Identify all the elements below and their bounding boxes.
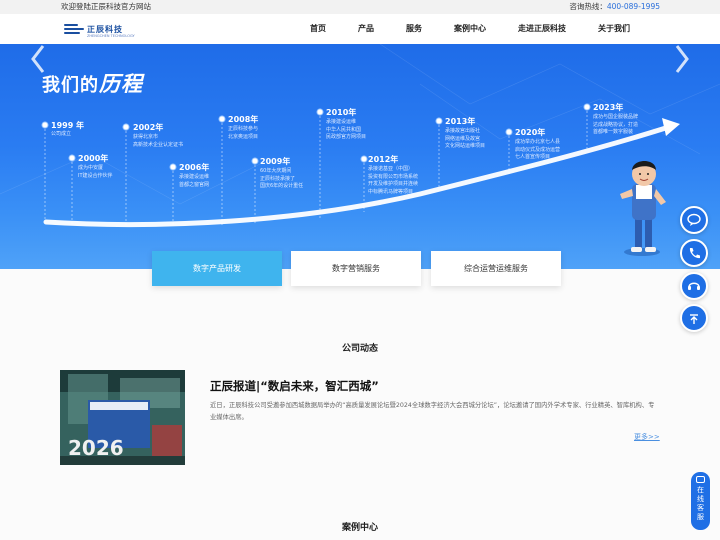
chat-bubble-icon	[687, 213, 701, 226]
hotline-number[interactable]: 400-089-1995	[607, 2, 660, 11]
news-section-title: 公司动态	[341, 344, 378, 354]
top-bar: 欢迎登陆正辰科技官方网站 咨询热线：400-089-1995	[0, 0, 720, 14]
online-service-tab[interactable]: 在线客服	[691, 472, 710, 530]
nav-products[interactable]: 产品	[358, 14, 374, 44]
cases-section-title: 案例中心	[341, 523, 378, 533]
headset-icon	[688, 282, 700, 290]
logo-text: 正辰科技 ZHENGCHEN TECHNOLOGY	[87, 24, 135, 38]
message-button[interactable]	[680, 206, 708, 234]
nav-about-company[interactable]: 走进正辰科技	[518, 14, 566, 44]
hotline-label: 咨询热线：	[569, 2, 607, 11]
site-header: 正辰科技 ZHENGCHEN TECHNOLOGY 首页 产品 服务 案例中心 走…	[0, 14, 720, 44]
next-arrow-icon[interactable]	[674, 44, 690, 74]
history-banner: 我们的历程 1999 年 公司成立 2000年 成为中安厦 IT建设合作伙伴 2…	[0, 44, 720, 269]
boy-illustration	[620, 161, 666, 256]
news-summary: 近日，正辰科技公司受邀参加西城数据局举办的“高质量发展论坛暨2024全球数字经济…	[210, 402, 655, 421]
nav-home[interactable]: 首页	[310, 14, 326, 44]
logo-icon	[64, 22, 84, 36]
news-image[interactable]: 2026	[60, 370, 185, 465]
nav-about-us[interactable]: 关于我们	[598, 14, 630, 44]
prev-arrow-icon[interactable]	[30, 44, 46, 74]
arrow-up-icon	[690, 314, 698, 324]
tab-digital-marketing[interactable]: 数字营销服务	[291, 251, 421, 286]
online-service-label: 在线客服	[697, 486, 704, 521]
chat-icon	[696, 476, 705, 483]
nav-services[interactable]: 服务	[406, 14, 422, 44]
hotline: 咨询热线：400-089-1995	[569, 0, 660, 14]
logo[interactable]: 正辰科技 ZHENGCHEN TECHNOLOGY	[64, 21, 135, 38]
tab-operations[interactable]: 综合运营运维服务	[431, 251, 561, 286]
news-title[interactable]: 正辰报道|“数启未来，智汇西城”	[210, 378, 379, 394]
welcome-text: 欢迎登陆正辰科技官方网站	[61, 2, 151, 11]
phone-icon	[689, 248, 700, 259]
news-more-link[interactable]: 更多>>	[634, 432, 660, 442]
banner-title: 我们的历程	[42, 71, 143, 96]
support-button[interactable]	[680, 272, 708, 300]
tab-digital-product[interactable]: 数字产品研发	[152, 251, 282, 286]
back-to-top-button[interactable]	[680, 304, 708, 332]
nav-cases[interactable]: 案例中心	[454, 14, 486, 44]
phone-button[interactable]	[680, 239, 708, 267]
